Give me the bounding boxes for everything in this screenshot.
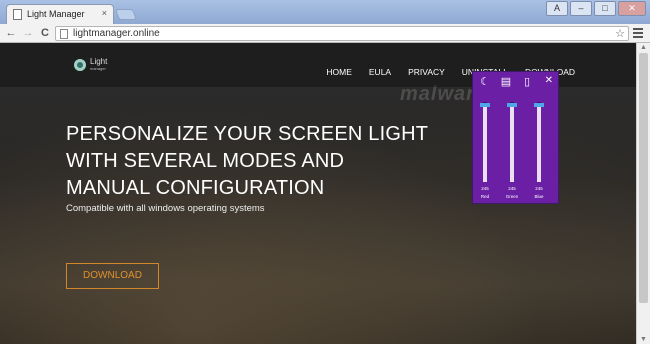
headline-line: PERSONALIZE YOUR SCREEN LIGHT bbox=[66, 123, 429, 145]
slider-thumb[interactable] bbox=[507, 103, 517, 108]
address-bar[interactable]: lightmanager.online ☆ bbox=[55, 26, 629, 41]
scroll-thumb[interactable] bbox=[639, 53, 648, 303]
window-controls: A – □ ✕ bbox=[546, 1, 646, 16]
page-scrollbar[interactable]: ▲ ▼ bbox=[636, 43, 650, 344]
red-label: Red bbox=[480, 194, 490, 199]
browser-toolbar: ← → C lightmanager.online ☆ bbox=[0, 24, 650, 43]
tab-close-icon[interactable]: × bbox=[102, 8, 107, 18]
reload-button[interactable]: C bbox=[38, 26, 52, 40]
bookmark-star-icon[interactable]: ☆ bbox=[615, 27, 625, 40]
browser-tab[interactable]: Light Manager × bbox=[6, 4, 114, 24]
nav-home[interactable]: HOME bbox=[326, 67, 352, 77]
new-tab-button[interactable] bbox=[114, 9, 138, 20]
slider-fill bbox=[510, 105, 514, 182]
green-value: 245 bbox=[508, 186, 516, 191]
logo-text[interactable]: Light bbox=[90, 58, 107, 66]
webpage-viewport: malwarefixes Light manager HOME EULA PRI… bbox=[0, 43, 636, 344]
maximize-button[interactable]: □ bbox=[594, 1, 616, 16]
minimize-button[interactable]: – bbox=[570, 1, 592, 16]
green-slider[interactable] bbox=[507, 102, 517, 182]
light-manager-widget: ☾ ▤ ▯ ✕ 245 245 245 Red Green Blue bbox=[472, 71, 559, 204]
widget-close-icon[interactable]: ✕ bbox=[545, 75, 553, 86]
red-value: 245 bbox=[481, 186, 489, 191]
scroll-up-icon[interactable]: ▲ bbox=[640, 44, 647, 51]
book-icon[interactable]: ▯ bbox=[521, 77, 533, 88]
slider-fill bbox=[483, 105, 487, 182]
browser-tabstrip: Light Manager × A – □ ✕ bbox=[0, 0, 650, 24]
blue-label: Blue bbox=[534, 194, 544, 199]
moon-icon[interactable]: ☾ bbox=[479, 77, 491, 88]
close-window-button[interactable]: ✕ bbox=[618, 1, 646, 16]
hero-headline: PERSONALIZE YOUR SCREEN LIGHT WITH SEVER… bbox=[66, 121, 466, 202]
logo-subtext: manager bbox=[90, 66, 106, 71]
download-button[interactable]: DOWNLOAD bbox=[66, 263, 159, 289]
logo-icon[interactable] bbox=[74, 59, 86, 71]
slider-fill bbox=[537, 105, 541, 182]
slider-thumb[interactable] bbox=[480, 103, 490, 108]
scroll-down-icon[interactable]: ▼ bbox=[640, 336, 647, 343]
profile-button[interactable]: A bbox=[546, 1, 568, 16]
browser-menu-icon[interactable] bbox=[633, 28, 643, 38]
clapperboard-icon[interactable]: ▤ bbox=[500, 77, 512, 88]
address-text[interactable]: lightmanager.online bbox=[73, 28, 160, 39]
headline-line: WITH SEVERAL MODES AND bbox=[66, 150, 345, 172]
slider-thumb[interactable] bbox=[534, 103, 544, 108]
mode-icons: ☾ ▤ ▯ bbox=[479, 77, 533, 88]
nav-privacy[interactable]: PRIVACY bbox=[408, 67, 445, 77]
green-label: Green bbox=[505, 194, 519, 199]
forward-button[interactable]: → bbox=[21, 26, 35, 40]
hero-subtitle: Compatible with all windows operating sy… bbox=[66, 203, 265, 214]
blue-value: 245 bbox=[535, 186, 543, 191]
nav-eula[interactable]: EULA bbox=[369, 67, 391, 77]
tab-title: Light Manager bbox=[27, 9, 85, 19]
page-icon bbox=[13, 9, 22, 20]
blue-slider[interactable] bbox=[534, 102, 544, 182]
headline-line: MANUAL CONFIGURATION bbox=[66, 177, 325, 199]
red-slider[interactable] bbox=[480, 102, 490, 182]
back-button[interactable]: ← bbox=[4, 26, 18, 40]
page-icon bbox=[60, 29, 68, 39]
